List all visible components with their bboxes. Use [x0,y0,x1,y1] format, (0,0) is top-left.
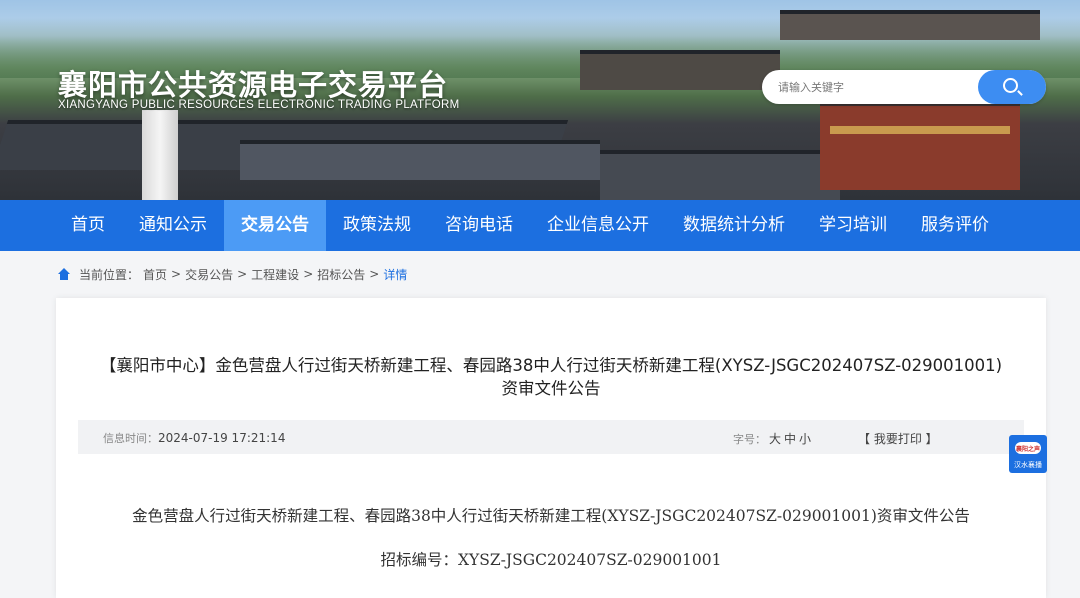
side-badge-app[interactable]: 襄阳之声 汉水襄播 [1009,435,1047,473]
breadcrumb-prefix: 当前位置： [79,267,140,282]
nav-item-service-evaluation[interactable]: 服务评价 [904,200,1006,251]
info-time-value: 2024-07-19 17:21:14 [158,431,286,445]
site-title[interactable]: 襄阳市公共资源电子交易平台 [58,62,448,104]
info-time-label: 信息时间： [103,432,158,445]
breadcrumb-construction[interactable]: 工程建设 [251,266,299,283]
search-input[interactable] [778,70,978,104]
nav-item-trading-announcements[interactable]: 交易公告 [224,200,326,251]
banner-roof [780,10,1040,40]
site-subtitle: XIANGYANG PUBLIC RESOURCES ELECTRONIC TR… [58,99,460,111]
main-nav: 首页 通知公示 交易公告 政策法规 咨询电话 企业信息公开 数据统计分析 学习培… [0,200,1080,251]
nav-item-home[interactable]: 首页 [54,200,122,251]
search-icon [1003,78,1018,93]
print-button[interactable]: 【 我要打印 】 [858,430,938,447]
font-size-medium[interactable]: 中 [784,432,796,446]
breadcrumb-trading[interactable]: 交易公告 [185,266,233,283]
nav-item-policies[interactable]: 政策法规 [326,200,428,251]
nav-item-hotline[interactable]: 咨询电话 [428,200,530,251]
breadcrumb-separator: > [369,267,380,281]
search-box [762,70,1046,104]
banner-pillar [142,110,178,200]
article-card: 【襄阳市中心】金色营盘人行过街天桥新建工程、春园路38中人行过街天桥新建工程(X… [56,298,1046,598]
banner-roof [240,140,600,180]
home-icon [57,268,71,280]
banner-hall [820,100,1020,190]
article-tender-number: 招标编号：XYSZ-JSGC202407SZ-029001001 [380,551,722,569]
article-meta-bar: 信息时间：2024-07-19 17:21:14 字号：大中小 【 我要打印 】 [78,420,1024,454]
breadcrumb-separator: > [171,267,182,281]
nav-item-training[interactable]: 学习培训 [802,200,904,251]
breadcrumb: 当前位置： 首页 > 交易公告 > 工程建设 > 招标公告 > 详情 [0,251,1080,297]
breadcrumb-current: 详情 [383,267,408,282]
breadcrumb-separator: > [303,267,314,281]
nav-item-enterprise-info[interactable]: 企业信息公开 [530,200,666,251]
info-time: 信息时间：2024-07-19 17:21:14 [103,430,285,446]
breadcrumb-separator: > [237,267,248,281]
article-body-heading: 金色营盘人行过街天桥新建工程、春园路38中人行过街天桥新建工程(XYSZ-JSG… [132,507,970,525]
font-size-label: 字号： [733,433,766,446]
banner-roof [600,150,840,200]
font-size-small[interactable]: 小 [799,432,811,446]
article-title: 【襄阳市中心】金色营盘人行过街天桥新建工程、春园路38中人行过街天桥新建工程(X… [99,356,1003,398]
nav-item-notices[interactable]: 通知公示 [122,200,224,251]
side-badge-line1: 襄阳之声 [1015,446,1040,453]
font-size-controls: 字号：大中小 [733,430,811,447]
breadcrumb-home[interactable]: 首页 [143,266,167,283]
side-badge-line2: 汉水襄播 [1014,461,1042,469]
nav-item-statistics[interactable]: 数据统计分析 [666,200,802,251]
breadcrumb-tender[interactable]: 招标公告 [317,266,365,283]
banner-roof [580,50,780,90]
header-banner: 襄阳市公共资源电子交易平台 XIANGYANG PUBLIC RESOURCES… [0,0,1080,200]
font-size-large[interactable]: 大 [769,432,781,446]
search-button[interactable] [978,70,1046,104]
